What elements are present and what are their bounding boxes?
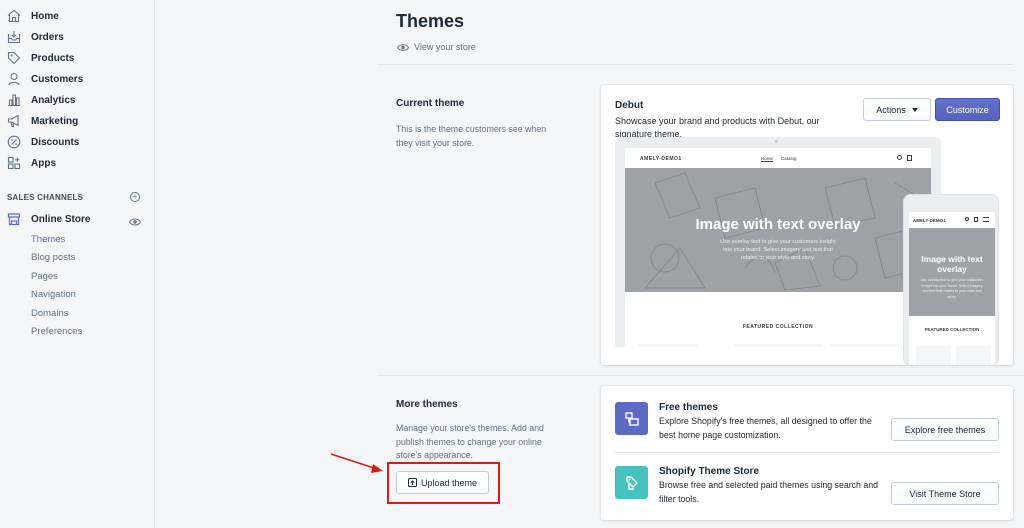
sidebar-item-label: Apps	[31, 157, 56, 169]
view-store-link[interactable]: View your store	[397, 42, 476, 52]
customize-button[interactable]: Customize	[935, 98, 1000, 121]
phone-hero-title: Image with text overlay	[921, 254, 983, 274]
divider	[377, 64, 1012, 65]
phone-featured-heading: FEATURED COLLECTION	[924, 327, 980, 332]
more-themes-heading: More themes	[396, 399, 458, 410]
megaphone-icon	[7, 114, 21, 128]
preview-store-name: AMELY-DEMO1	[640, 156, 682, 162]
sidebar-item-orders[interactable]: Orders	[0, 27, 155, 47]
preview-hero-title: Image with text overlay	[695, 216, 861, 233]
theme-preview-desktop[interactable]: AMELY-DEMO1 Home Catalog Image with text…	[615, 137, 941, 347]
sidebar-item-label: Online Store	[31, 213, 91, 225]
tag-icon	[7, 51, 21, 65]
phone-product-tile	[916, 346, 951, 365]
theme-name: Debut	[615, 100, 644, 111]
red-arrow-annotation	[330, 453, 383, 473]
sidebar-item-discounts[interactable]: Discounts	[0, 132, 155, 152]
free-themes-description: Explore Shopify's free themes, all desig…	[659, 416, 872, 440]
phone-hero: Image with text overlay Use overlay text…	[909, 228, 995, 316]
theme-store-icon	[615, 466, 648, 499]
sidebar-item-label: Home	[31, 10, 59, 22]
divider	[377, 375, 1024, 376]
sidebar-item-apps[interactable]: Apps	[0, 153, 155, 173]
preview-header: AMELY-DEMO1 Home Catalog	[625, 148, 931, 168]
preview-nav-home: Home	[761, 156, 774, 161]
view-store-label: View your store	[414, 42, 476, 52]
current-theme-description: This is the theme customers see when the…	[396, 124, 547, 148]
main-content: Themes View your store Current theme Thi…	[155, 0, 1024, 528]
theme-store-description: Browse free and selected paid themes usi…	[659, 480, 879, 504]
phone-hero-subtitle: Use overlay text to give your customers …	[920, 278, 984, 299]
apps-icon	[7, 156, 21, 170]
phone-search-icon	[965, 217, 969, 221]
phone-screen: AMELY-DEMO1 Image with text overlay Use …	[909, 212, 995, 365]
sidebar-subitem-blog-posts[interactable]: Blog posts	[31, 252, 75, 263]
preview-cart-icon	[907, 155, 912, 161]
sidebar-item-products[interactable]: Products	[0, 48, 155, 68]
sidebar-item-label: Discounts	[31, 136, 80, 148]
upload-theme-highlight-box	[387, 462, 500, 504]
home-icon	[7, 9, 21, 23]
sidebar-item-label: Customers	[31, 73, 84, 85]
explore-free-themes-button[interactable]: Explore free themes	[891, 418, 999, 441]
bar-chart-icon	[7, 93, 21, 107]
free-themes-title: Free themes	[659, 402, 718, 413]
sidebar: Home Orders Products Customers Analytics…	[0, 0, 155, 528]
theme-store-title: Shopify Theme Store	[659, 466, 760, 477]
camera-dot	[775, 140, 778, 143]
page-title: Themes	[396, 11, 465, 31]
sidebar-item-label: Marketing	[31, 115, 79, 127]
phone-product-tile	[956, 346, 991, 365]
phone-cart-icon	[974, 217, 978, 222]
current-theme-heading: Current theme	[396, 98, 465, 109]
phone-store-name: AMELY-DEMO1	[913, 218, 946, 223]
sidebar-subitem-preferences[interactable]: Preferences	[31, 326, 82, 337]
actions-label: Actions	[876, 104, 906, 115]
sidebar-subitem-pages[interactable]: Pages	[31, 271, 58, 282]
theme-preview-mobile[interactable]: AMELY-DEMO1 Image with text overlay Use …	[903, 194, 999, 365]
person-icon	[7, 72, 21, 86]
sidebar-subitem-domains[interactable]: Domains	[31, 308, 69, 319]
more-themes-description: Manage your store's themes. Add and publ…	[396, 423, 544, 460]
sidebar-item-label: Products	[31, 52, 75, 64]
preview-screen: AMELY-DEMO1 Home Catalog Image with text…	[625, 148, 931, 347]
discount-icon	[7, 135, 21, 149]
orders-icon	[7, 30, 21, 44]
eye-icon	[397, 43, 409, 51]
preview-nav-catalog: Catalog	[781, 156, 797, 161]
store-icon	[7, 212, 21, 226]
more-themes-card: Free themes Explore Shopify's free theme…	[601, 386, 1013, 520]
sales-channels-heading: SALES CHANNELS	[7, 193, 84, 202]
sidebar-subitem-navigation[interactable]: Navigation	[31, 289, 76, 300]
view-store-eye-icon[interactable]	[128, 214, 142, 232]
sidebar-item-customers[interactable]: Customers	[0, 69, 155, 89]
sidebar-item-label: Orders	[31, 31, 64, 43]
phone-menu-icon	[983, 217, 989, 222]
sidebar-item-analytics[interactable]: Analytics	[0, 90, 155, 110]
visit-theme-store-button[interactable]: Visit Theme Store	[891, 482, 999, 505]
sidebar-item-home[interactable]: Home	[0, 6, 155, 26]
caret-down-icon	[911, 107, 918, 112]
card-divider	[615, 452, 999, 453]
preview-featured-heading: FEATURED COLLECTION	[742, 324, 814, 330]
preview-product-tile	[637, 344, 697, 347]
preview-product-tile	[733, 344, 823, 347]
add-channel-icon[interactable]: +	[130, 192, 140, 202]
current-theme-card: Debut Showcase your brand and products w…	[601, 85, 1013, 365]
sidebar-item-label: Analytics	[31, 94, 76, 106]
free-themes-icon	[615, 402, 648, 435]
preview-product-tile	[829, 344, 899, 347]
preview-search-icon	[897, 155, 902, 160]
preview-hero-subtitle: Use overlay text to give your customers …	[720, 239, 836, 261]
sidebar-item-marketing[interactable]: Marketing	[0, 111, 155, 131]
sidebar-subitem-themes[interactable]: Themes	[31, 234, 65, 245]
actions-dropdown-button[interactable]: Actions	[863, 98, 931, 121]
preview-hero: Image with text overlay Use overlay text…	[625, 168, 931, 292]
